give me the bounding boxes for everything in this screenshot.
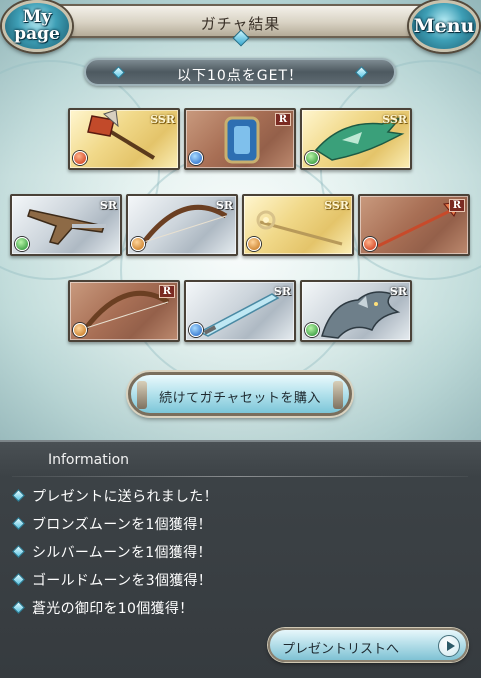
fire-element-icon [363,237,377,251]
item-card-ssr[interactable]: SSR [68,108,180,170]
arrow-right-icon [438,635,460,657]
info-line: 蒼光の御印を10個獲得！ [12,598,194,620]
get-banner-text: 以下10点をGET！ [176,68,304,84]
item-card-r[interactable]: R [184,108,296,170]
diamond-bullet-icon [12,489,25,502]
button-ornament [333,381,343,409]
info-line: プレゼントに送られました！ [12,486,218,508]
info-line: ブロンズムーンを1個獲得！ [12,514,212,536]
fire-element-icon [73,151,87,165]
info-line-text: プレゼントに送られました！ [32,489,218,505]
rarity-badge: SSR [382,113,407,126]
rarity-badge: SR [215,199,233,212]
rarity-badge: SSR [150,113,175,126]
item-card-sr[interactable]: SR [126,194,238,256]
gacha-result-area: ガチャ結果 My page Menu 以下10点をGET！ SSR R SSR … [0,0,481,440]
information-title: Information [48,452,130,468]
rarity-badge: R [158,285,175,298]
rarity-badge: SSR [324,199,349,212]
info-line: シルバームーンを1個獲得！ [12,542,212,564]
rarity-badge: R [274,113,291,126]
buy-gacha-set-label: 続けてガチャセットを購入 [159,391,321,406]
item-card-r[interactable]: R [68,280,180,342]
divider [12,476,468,477]
item-card-ssr[interactable]: SSR [300,108,412,170]
menu-button[interactable]: Menu [409,0,479,52]
earth-element-icon [73,323,87,337]
item-card-sr[interactable]: SR [184,280,296,342]
buy-gacha-set-button[interactable]: 続けてガチャセットを購入 [128,372,352,416]
diamond-bullet-icon [12,545,25,558]
diamond-bullet-icon [12,517,25,530]
info-line: ゴールドムーンを3個獲得！ [12,570,213,592]
item-card-r[interactable]: R [358,194,470,256]
rarity-badge: R [448,199,465,212]
info-line-text: シルバームーンを1個獲得！ [32,545,212,561]
menu-label: Menu [413,14,475,37]
present-list-button[interactable]: プレゼントリストへ [268,628,468,662]
item-card-sr[interactable]: SR [10,194,122,256]
info-line-text: ブロンズムーンを1個獲得！ [32,517,212,533]
information-panel: Information プレゼントに送られました！ ブロンズムーンを1個獲得！ … [0,440,481,678]
wind-element-icon [305,151,319,165]
present-list-label: プレゼントリストへ [282,642,400,657]
info-line-text: 蒼光の御印を10個獲得！ [32,601,194,617]
item-card-ssr[interactable]: SSR [242,194,354,256]
background-ornament [120,150,360,390]
item-card-sr[interactable]: SR [300,280,412,342]
diamond-bullet-icon [12,601,25,614]
earth-element-icon [131,237,145,251]
mypage-label-line2: page [14,24,60,44]
rarity-badge: SR [389,285,407,298]
wind-element-icon [305,323,319,337]
get-banner: 以下10点をGET！ [84,58,396,86]
water-element-icon [189,323,203,337]
water-element-icon [189,151,203,165]
rarity-badge: SR [273,285,291,298]
rarity-badge: SR [99,199,117,212]
mypage-button[interactable]: My page [2,0,72,52]
info-line-text: ゴールドムーンを3個獲得！ [32,573,213,589]
header-bar: ガチャ結果 [40,4,441,47]
earth-element-icon [247,237,261,251]
diamond-bullet-icon [12,573,25,586]
wind-element-icon [15,237,29,251]
